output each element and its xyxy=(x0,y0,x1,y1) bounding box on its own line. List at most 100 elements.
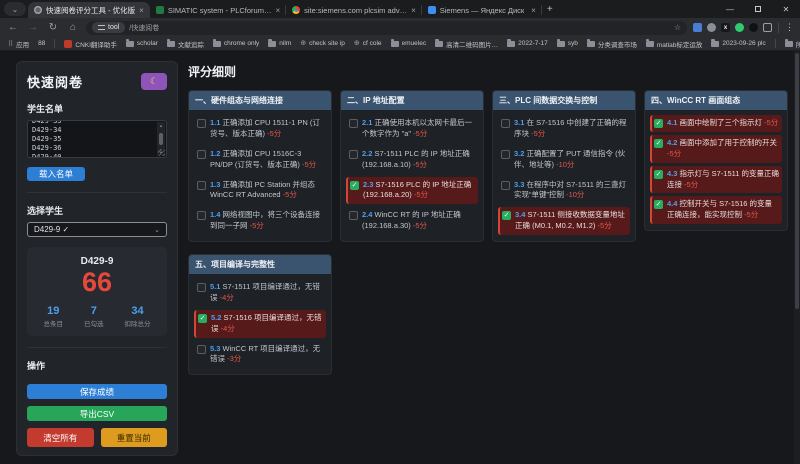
bookmark-item[interactable]: 88 xyxy=(38,40,45,47)
back-icon[interactable]: ← xyxy=(6,22,20,33)
rubric-item[interactable]: 1.1 正确添加 CPU 1511-1 PN (订货号、版本正确) -5分 xyxy=(194,115,326,143)
item-deduction: -5分 xyxy=(413,129,427,138)
browser-tab[interactable]: SIMATIC system - PLCforum…× xyxy=(150,2,286,18)
bookmark-item[interactable]: ⊕check site ip xyxy=(300,40,345,47)
rubric-item[interactable]: 3.3 在程序中对 S7-1511 的三盏灯实现“单键”控制 -10分 xyxy=(498,177,630,205)
bookmark-item[interactable]: 高清二维码图片… xyxy=(435,39,498,49)
rubric-item[interactable]: 2.2 S7-1511 PLC 的 IP 地址正确 (192.168.a.10)… xyxy=(346,146,478,174)
item-deduction: -5分 xyxy=(531,129,545,138)
checked-checkbox-icon[interactable]: ✓ xyxy=(654,200,663,209)
rubric-item[interactable]: 1.4 网络视图中，将三个设备连接到同一子网 -5分 xyxy=(194,207,326,235)
unchecked-checkbox-icon[interactable] xyxy=(349,150,358,159)
forward-icon[interactable]: → xyxy=(26,22,40,33)
checked-checkbox-icon[interactable]: ✓ xyxy=(502,211,511,220)
unchecked-checkbox-icon[interactable] xyxy=(197,283,206,292)
bookmark-item[interactable]: 分类调查市场 xyxy=(587,39,637,49)
rubric-item[interactable]: ✓5.2 S7-1516 项目编译通过，无错误 -4分 xyxy=(194,310,326,338)
browser-tab[interactable]: site:siemens.com plcsim adv…× xyxy=(286,2,422,18)
close-tab-icon[interactable]: × xyxy=(531,6,536,15)
address-bar[interactable]: tool /快速阅卷 ☆ xyxy=(86,21,687,35)
rubric-item[interactable]: 2.4 WinCC RT 的 IP 地址正确 (192.168.a.30) -5… xyxy=(346,207,478,235)
rubric-item[interactable]: 2.1 正确使用本机以太网卡最后一个数字作为 "a" -5分 xyxy=(346,115,478,143)
rubric-item[interactable]: ✓4.1 画面中绘制了三个指示灯 -5分 xyxy=(650,115,782,132)
bookmark-item[interactable]: ⊕cf cole xyxy=(354,40,382,47)
rubric-item[interactable]: ✓4.3 指示灯与 S7-1511 的变量正确连接 -5分 xyxy=(650,166,782,194)
checked-checkbox-icon[interactable]: ✓ xyxy=(350,181,359,190)
scroll-up-icon[interactable]: ▲ xyxy=(159,123,163,128)
unchecked-checkbox-icon[interactable] xyxy=(197,181,206,190)
unchecked-checkbox-icon[interactable] xyxy=(349,119,358,128)
browser-tab[interactable]: Siemens — Яндекс Диск× xyxy=(422,2,542,18)
rubric-item[interactable]: 5.1 S7-1511 项目编译通过，无错误 -4分 xyxy=(194,279,326,307)
rubric-item[interactable]: 3.2 正确配置了 PUT 通信指令 (伙伴、地址等) -10分 xyxy=(498,146,630,174)
bookmark-item[interactable]: 2023-09-26 plc xyxy=(711,40,765,47)
checked-checkbox-icon[interactable]: ✓ xyxy=(654,139,663,148)
rubric-item[interactable]: ✓3.4 S7-1511 侧接收数据变量地址正确 (M0.1, M0.2, M1… xyxy=(498,207,630,235)
rubric-item[interactable]: 1.3 正确添加 PC Station 并组态 WinCC RT Advance… xyxy=(194,177,326,205)
close-tab-icon[interactable]: × xyxy=(275,6,280,15)
checked-checkbox-icon[interactable]: ✓ xyxy=(654,170,663,179)
scrollbar-thumb[interactable] xyxy=(795,53,799,309)
bookmark-item[interactable]: 文献追踪 xyxy=(167,39,204,49)
rubric-item[interactable]: ✓2.3 S7-1516 PLC 的 IP 地址正确 (192.168.a.20… xyxy=(346,177,478,205)
save-grades-button[interactable]: 保存成绩 xyxy=(27,384,167,399)
home-icon[interactable]: ⌂ xyxy=(66,22,80,33)
bookmark-item[interactable]: CNKI翻译助手 xyxy=(64,39,117,49)
load-list-button[interactable]: 载入名单 xyxy=(27,167,85,181)
close-button[interactable]: ✕ xyxy=(772,0,800,18)
bookmark-item[interactable]: 所有书签 xyxy=(785,39,800,49)
bookmark-item[interactable]: scholar xyxy=(126,40,158,47)
profile-avatar[interactable] xyxy=(749,23,758,32)
resize-grip-icon[interactable] xyxy=(158,149,165,156)
rubric-item[interactable]: 5.3 WinCC RT 项目编译通过，无错误 -3分 xyxy=(194,341,326,369)
divider xyxy=(27,192,167,193)
unchecked-checkbox-icon[interactable] xyxy=(501,150,510,159)
minimize-button[interactable]: — xyxy=(716,0,744,18)
extension-icon[interactable] xyxy=(735,23,744,32)
unchecked-checkbox-icon[interactable] xyxy=(349,211,358,220)
close-tab-icon[interactable]: × xyxy=(411,6,416,15)
rubric-item[interactable]: 3.1 在 S7-1516 中创建了正确的程序块 -5分 xyxy=(498,115,630,143)
bookmark-item[interactable]: ⠿应用 xyxy=(8,39,29,49)
unchecked-checkbox-icon[interactable] xyxy=(197,119,206,128)
unchecked-checkbox-icon[interactable] xyxy=(501,119,510,128)
browser-tab[interactable]: 快速阅卷评分工具 - 优化版× xyxy=(28,2,150,18)
item-id: 2.4 xyxy=(362,210,375,219)
page-scrollbar[interactable] xyxy=(794,51,800,464)
rubric-item[interactable]: ✓4.4 控制开关与 S7-1516 的变量正确连接，能实现控制 -5分 xyxy=(650,196,782,224)
student-select[interactable]: D429-9 ✓ ⌄ xyxy=(27,222,167,237)
close-tab-icon[interactable]: × xyxy=(139,6,144,15)
new-tab-button[interactable]: + xyxy=(542,1,558,17)
reload-icon[interactable]: ↻ xyxy=(46,22,60,33)
translator-extension-icon[interactable] xyxy=(693,23,702,32)
bookmark-item[interactable]: 2022-7-17 xyxy=(507,40,548,47)
bookmark-item[interactable]: chrome only xyxy=(213,40,259,47)
theme-toggle-button[interactable]: ☾ xyxy=(141,73,167,90)
rubric-item[interactable]: ✓4.2 画面中添加了用于控制的开关 -5分 xyxy=(650,135,782,163)
x-extension-icon[interactable]: x xyxy=(721,23,730,32)
clear-all-button[interactable]: 清空所有 xyxy=(27,428,94,447)
student-list-textarea[interactable]: D429-33D429-34D429-35D429-36D429-40 ▲ ▼ xyxy=(27,120,167,158)
unchecked-checkbox-icon[interactable] xyxy=(197,211,206,220)
extensions-puzzle-icon[interactable] xyxy=(763,23,772,32)
bookmark-item[interactable]: syb xyxy=(557,40,578,47)
tab-search-button[interactable]: ⌄ xyxy=(4,2,26,16)
site-search-chip[interactable]: tool xyxy=(92,22,125,33)
checked-checkbox-icon[interactable]: ✓ xyxy=(654,119,663,128)
unchecked-checkbox-icon[interactable] xyxy=(197,150,206,159)
browser-menu-icon[interactable]: ⋮ xyxy=(785,22,794,33)
folder-icon xyxy=(126,41,134,47)
maximize-button[interactable] xyxy=(744,0,772,18)
reset-current-button[interactable]: 重置当前 xyxy=(101,428,168,447)
scrollbar-thumb[interactable] xyxy=(159,133,163,145)
bookmark-item[interactable]: matlab标定运放 xyxy=(646,39,703,49)
unchecked-checkbox-icon[interactable] xyxy=(501,181,510,190)
unchecked-checkbox-icon[interactable] xyxy=(197,345,206,354)
bookmark-item[interactable]: emuelec xyxy=(391,40,427,47)
extension-icon[interactable] xyxy=(707,23,716,32)
bookmark-star-icon[interactable]: ☆ xyxy=(674,23,681,32)
bookmark-item[interactable]: nilm xyxy=(268,40,291,47)
rubric-item[interactable]: 1.2 正确添加 CPU 1516C-3 PN/DP (订货号、版本正确) -5… xyxy=(194,146,326,174)
export-csv-button[interactable]: 导出CSV xyxy=(27,406,167,421)
checked-checkbox-icon[interactable]: ✓ xyxy=(198,314,207,323)
